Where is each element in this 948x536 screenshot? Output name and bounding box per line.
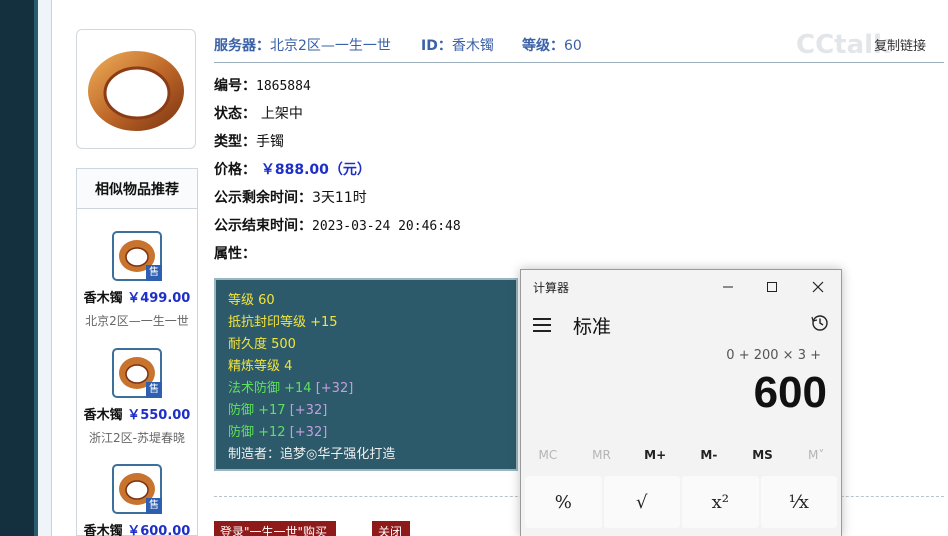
sell-badge: 售 (146, 498, 162, 514)
ms-button[interactable]: MS (736, 448, 790, 462)
buy-button[interactable]: 登录"一生一世"购买 (214, 521, 336, 536)
function-row: % √ x² ¹⁄x (525, 476, 837, 528)
similar-item[interactable]: 售 香木镯 ￥550.00 浙江2区-苏堤春晓 (77, 348, 197, 446)
m-plus-button[interactable]: M+ (628, 448, 682, 462)
price-row: 价格： ￥888.00（元） (214, 162, 371, 178)
similar-item-name[interactable]: 香木镯 ￥550.00 (77, 404, 197, 423)
attr-line: 耐久度 500 (228, 337, 296, 352)
level-label: 等级：60 (522, 38, 582, 54)
similar-item-thumb[interactable]: 售 (112, 348, 162, 398)
memory-row: MC MR M+ M- MS M˅ (521, 448, 843, 462)
menu-button[interactable] (533, 318, 551, 336)
square-button[interactable]: x² (682, 476, 759, 528)
similar-item-name[interactable]: 香木镯 ￥499.00 (77, 287, 197, 306)
minimize-icon (723, 286, 733, 288)
similar-item[interactable]: 售 香木镯 ￥499.00 北京2区—一生一世 (77, 231, 197, 329)
server-label: 服务器：北京2区—一生一世 (214, 38, 391, 54)
close-icon (812, 281, 824, 293)
close-window-button[interactable] (799, 274, 837, 300)
end-time-row: 公示结束时间：2023-03-24 20:46:48 (214, 218, 461, 234)
minimize-button[interactable] (709, 274, 747, 300)
item-header: 服务器：北京2区—一生一世 ID：香木镯 等级：60 复制链接 (214, 33, 944, 63)
memory-list-button[interactable]: M˅ (789, 448, 843, 462)
m-minus-button[interactable]: M- (682, 448, 736, 462)
sell-badge: 售 (146, 382, 162, 398)
copy-link-button[interactable]: 复制链接 (874, 35, 926, 54)
item-image (76, 29, 196, 149)
sell-badge: 售 (146, 265, 162, 281)
calculator-window: 计算器 标准 0 + 200 × 3 + 600 MC MR M+ M- MS … (520, 269, 842, 536)
attr-line: 抵抗封印等级 +15 (228, 315, 338, 330)
similar-items-panel: 相似物品推荐 售 香木镯 ￥499.00 北京2区—一生一世 售 香木镯 ￥55… (76, 168, 198, 536)
bracelet-icon (88, 51, 184, 131)
mc-button[interactable]: MC (521, 448, 575, 462)
type-row: 类型：手镯 (214, 134, 284, 150)
history-icon (811, 315, 828, 331)
similar-item-server: 浙江2区-苏堤春晓 (89, 431, 185, 445)
maximize-button[interactable] (753, 274, 791, 300)
similar-items-title: 相似物品推荐 (77, 169, 197, 209)
left-dark-frame (0, 0, 38, 536)
attr-line: 精炼等级 4 (228, 359, 293, 374)
expression-display: 0 + 200 × 3 + (726, 348, 821, 363)
attributes-box: 等级 60 抵抗封印等级 +15 耐久度 500 精炼等级 4 法术防御 +14… (214, 278, 518, 471)
calculator-mode: 标准 (573, 316, 612, 338)
similar-item-name[interactable]: 香木镯 ￥600.00 (77, 520, 197, 536)
attr-line: 防御 +12 [+32] (228, 425, 328, 440)
sqrt-button[interactable]: √ (603, 476, 680, 528)
similar-item[interactable]: 售 香木镯 ￥600.00 (77, 464, 197, 536)
id-label: ID：香木镯 (421, 38, 494, 54)
maximize-icon (767, 282, 777, 292)
similar-item-server: 北京2区—一生一世 (85, 314, 189, 328)
similar-item-thumb[interactable]: 售 (112, 464, 162, 514)
remaining-time-row: 公示剩余时间：3天11时 (214, 190, 367, 206)
percent-button[interactable]: % (525, 476, 602, 528)
reciprocal-button[interactable]: ¹⁄x (760, 476, 837, 528)
attr-line: 等级 60 (228, 293, 275, 308)
calculator-title: 计算器 (533, 281, 570, 295)
attr-line: 防御 +17 [+32] (228, 403, 328, 418)
history-button[interactable] (811, 314, 829, 336)
close-button[interactable]: 关闭 (372, 521, 410, 536)
similar-item-thumb[interactable]: 售 (112, 231, 162, 281)
result-display: 600 (753, 368, 827, 417)
status-row: 状态： 上架中 (214, 106, 303, 122)
number-row: 编号：1865884 (214, 78, 311, 94)
maker-line: 制造者：追梦◎华子强化打造 (228, 447, 396, 462)
attributes-label: 属性： (214, 246, 256, 262)
mr-button[interactable]: MR (575, 448, 629, 462)
attr-line: 法术防御 +14 [+32] (228, 381, 354, 396)
left-border-strip (38, 0, 52, 536)
